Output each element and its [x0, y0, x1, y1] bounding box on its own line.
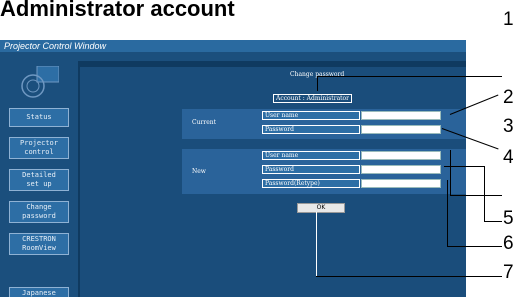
sidebar-item-projector-control[interactable]: Projector control — [9, 137, 69, 159]
current-username-input[interactable] — [361, 111, 441, 120]
sidebar: Status Projector control Detailed set up… — [0, 52, 76, 297]
new-section-label: New — [192, 168, 206, 175]
leader-line-7b — [447, 246, 502, 247]
current-password-input[interactable] — [361, 125, 441, 134]
new-username-label: User name — [262, 151, 360, 160]
sidebar-item-crestron-roomview[interactable]: CRESTRON RoomView — [9, 233, 69, 255]
leader-line-7 — [447, 180, 448, 246]
callout-5: 5 — [503, 208, 514, 229]
leader-line-ok-b — [316, 276, 502, 277]
leader-line-5 — [450, 150, 451, 195]
new-password-input[interactable] — [361, 165, 441, 174]
callout-6: 6 — [503, 233, 514, 254]
callout-3: 3 — [503, 116, 514, 137]
callout-7: 7 — [503, 262, 514, 283]
new-password-retype-label: Password(Retype) — [262, 179, 360, 188]
callout-1: 1 — [503, 9, 514, 30]
main-top-bar — [80, 61, 466, 67]
sidebar-item-change-password[interactable]: Change password — [9, 201, 69, 223]
ok-button[interactable]: OK — [297, 203, 345, 213]
current-username-label: User name — [262, 111, 360, 120]
leader-line-5b — [450, 195, 502, 196]
sidebar-item-japanese[interactable]: Japanese — [9, 287, 69, 297]
callout-4: 4 — [503, 147, 514, 168]
leader-line-ok — [316, 212, 317, 276]
leader-line-6 — [444, 166, 484, 167]
projector-control-window: Projector Control Window Status Projecto… — [0, 40, 466, 297]
sidebar-item-detailed-set-up[interactable]: Detailed set up — [9, 169, 69, 191]
main-panel: Change password Account : Administrator … — [78, 61, 466, 297]
new-username-input[interactable] — [361, 151, 441, 160]
new-password-label: Password — [262, 165, 360, 174]
account-label: Account : Administrator — [273, 94, 353, 103]
current-section-label: Current — [192, 119, 217, 126]
current-password-label: Password — [262, 125, 360, 134]
leader-line-6b — [484, 166, 485, 221]
sidebar-item-status[interactable]: Status — [9, 108, 69, 127]
logo-icon — [21, 66, 59, 98]
callout-2: 2 — [503, 87, 514, 108]
leader-line-2 — [317, 76, 502, 77]
page-heading: Administrator account — [0, 0, 235, 21]
leader-line-2-drop — [317, 76, 318, 91]
leader-line-6c — [484, 221, 502, 222]
window-title: Projector Control Window — [0, 40, 466, 52]
new-password-retype-input[interactable] — [361, 179, 441, 188]
